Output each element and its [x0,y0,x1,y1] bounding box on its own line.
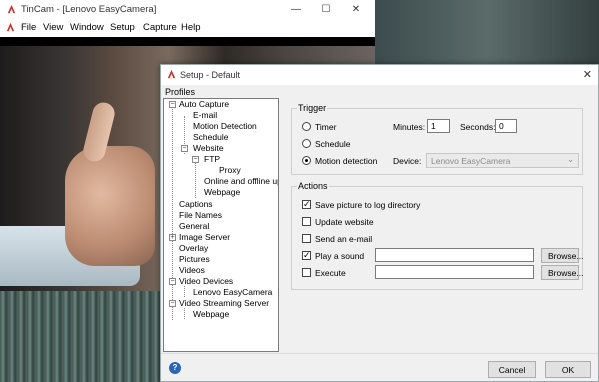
motion-detection-label[interactable]: Motion detection [315,156,377,166]
tree-item-streaming-webpage[interactable]: Webpage [193,309,229,320]
checkmark-icon: ✓ [303,250,311,260]
motion-detection-radio[interactable] [302,156,311,165]
tree-item-video-devices[interactable]: Video Devices [179,276,233,287]
tree-line-videodevices [184,286,185,297]
device-label: Device: [393,156,422,166]
play-sound-checkbox[interactable]: ✓ [302,250,311,260]
checkmark-icon: ✓ [303,199,311,209]
menu-view[interactable]: View [43,22,63,33]
tree-item-online-offline-upload[interactable]: Online and offline uplo [204,176,278,187]
menu-capture[interactable]: Capture [143,22,177,33]
setup-dialog: Setup - Default ✕ Profiles − Auto Captur… [160,64,599,382]
help-icon[interactable]: ? [169,362,181,374]
send-email-checkbox[interactable] [302,234,311,243]
desktop-wallpaper [375,0,599,70]
seconds-input[interactable] [495,119,517,133]
dialog-title-bar[interactable]: Setup - Default ✕ [161,65,598,85]
actions-group-title: Actions [297,181,329,191]
tree-item-website-webpage[interactable]: Webpage [204,187,240,198]
play-sound-label[interactable]: Play a sound [315,251,364,261]
menu-window[interactable]: Window [70,22,104,33]
tree-item-motion-detection[interactable]: Motion Detection [193,121,257,132]
minutes-label: Minutes: [393,122,426,132]
tree-line-website [195,160,196,198]
tincam-menu-icon[interactable] [5,22,16,33]
tree-item-lenovo-easycamera[interactable]: Lenovo EasyCamera [193,287,272,298]
tree-item-pictures[interactable]: Pictures [179,254,210,265]
sound-path-input[interactable] [375,248,534,262]
dialog-title: Setup - Default [180,70,241,80]
main-window-title: TinCam - [Lenovo EasyCamera] [21,4,157,15]
schedule-radio[interactable] [302,139,311,148]
minutes-input[interactable] [427,119,450,133]
send-email-label[interactable]: Send an e-mail [315,234,372,244]
tree-item-image-server[interactable]: Image Server [179,232,230,243]
tree-item-general[interactable]: General [179,221,209,232]
ok-button[interactable]: OK [545,361,591,378]
tree-item-overlay[interactable]: Overlay [179,243,208,254]
main-title-bar[interactable]: TinCam - [Lenovo EasyCamera] — ☐ ✕ [0,0,375,19]
maximize-button[interactable]: ☐ [312,0,340,19]
footer-separator [161,353,598,354]
tree-line-streaming [184,308,185,319]
timer-label[interactable]: Timer [315,122,336,132]
tree-expander-autocapture[interactable]: − [169,101,176,108]
menu-help[interactable]: Help [181,22,201,33]
trigger-group-title: Trigger [297,103,328,113]
chevron-down-icon: ⌄ [567,155,574,164]
tree-line-root [172,105,173,320]
browse-execute-button[interactable]: Browse... [541,265,583,280]
camera-feed-hand [65,146,155,266]
minimize-button[interactable]: — [282,0,310,19]
menu-file[interactable]: File [21,22,36,33]
tree-item-captions[interactable]: Captions [179,199,213,210]
close-button[interactable]: ✕ [342,0,370,19]
trigger-group: Trigger Timer Minutes: Seconds: Schedule… [291,103,583,175]
update-website-checkbox[interactable] [302,217,311,226]
execute-label[interactable]: Execute [315,268,346,278]
actions-group: Actions ✓ Save picture to log directory … [291,181,583,290]
tree-expander-website[interactable]: − [181,145,188,152]
settings-tree[interactable]: − Auto Capture E-mail Motion Detection S… [163,98,279,352]
menu-setup[interactable]: Setup [110,22,135,33]
timer-radio[interactable] [302,122,311,131]
device-select[interactable]: Lenovo EasyCamera ⌄ [426,153,579,168]
tree-item-videos[interactable]: Videos [179,265,205,276]
device-select-value: Lenovo EasyCamera [431,156,511,166]
tree-expander-image-server[interactable]: + [169,234,176,241]
browse-sound-button[interactable]: Browse... [541,248,583,263]
tree-item-auto-capture[interactable]: Auto Capture [179,99,229,110]
execute-path-input[interactable] [375,265,534,279]
tree-expander-ftp[interactable]: − [192,156,199,163]
tree-item-ftp[interactable]: FTP [204,154,220,165]
tree-item-proxy[interactable]: Proxy [219,165,241,176]
execute-checkbox[interactable] [302,268,311,277]
cancel-button[interactable]: Cancel [488,361,536,378]
main-menu-bar: File View Window Setup Capture Help [0,19,375,36]
dialog-close-button[interactable]: ✕ [583,68,592,81]
tree-item-website[interactable]: Website [193,143,224,154]
update-website-label[interactable]: Update website [315,217,374,227]
tree-expander-video-devices[interactable]: − [169,278,176,285]
tincam-dialog-icon [167,69,176,79]
tincam-app-icon [7,4,16,14]
tree-expander-streaming[interactable]: − [169,300,176,307]
tree-item-video-streaming-server[interactable]: Video Streaming Server [179,298,269,309]
schedule-label[interactable]: Schedule [315,139,350,149]
tree-item-schedule[interactable]: Schedule [193,132,228,143]
save-picture-label[interactable]: Save picture to log directory [315,200,420,210]
tree-item-file-names[interactable]: File Names [179,210,222,221]
seconds-label: Seconds: [460,122,496,132]
profiles-menu[interactable]: Profiles [165,87,195,97]
tree-item-email[interactable]: E-mail [193,110,217,121]
save-picture-checkbox[interactable]: ✓ [302,199,311,209]
